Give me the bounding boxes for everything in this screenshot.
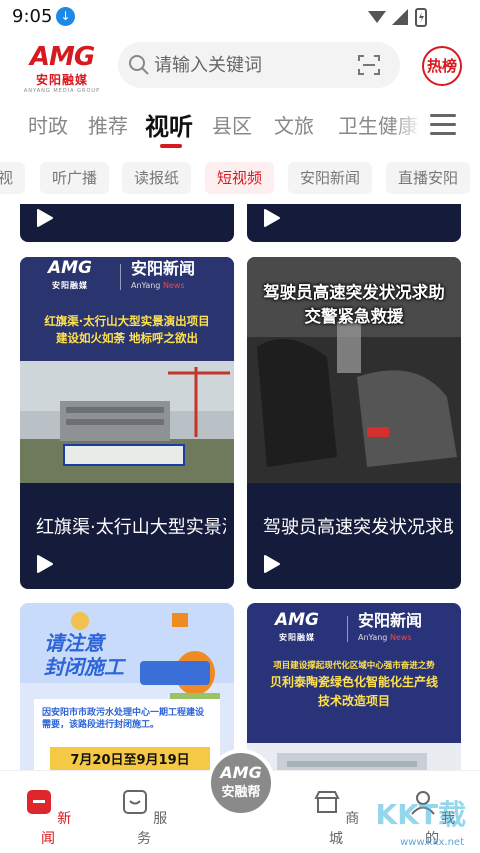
- video-card[interactable]: [20, 204, 234, 242]
- service-icon: [122, 790, 147, 814]
- logo-mark: AMG: [29, 42, 95, 72]
- thumbnail-headline: 项目建设撑起现代化区域中心强市奋进之势 贝利泰陶瓷绿色化智能化生产线 技术改造项…: [269, 661, 438, 708]
- active-tab-indicator: [160, 144, 182, 148]
- download-icon: ↓: [56, 7, 75, 26]
- video-card[interactable]: 驾驶员高速突发状况求助 交警紧急救援 驾驶员高速突发状况求助: [247, 257, 461, 589]
- search-input[interactable]: [154, 42, 354, 88]
- tab-tuijian[interactable]: 推荐: [88, 110, 128, 139]
- tab-shiting[interactable]: 视听: [145, 107, 193, 142]
- notice-text: 因安阳市市政污水处理中心一期工程建设需要，该路段进行封闭施工。: [42, 708, 205, 730]
- hot-list-button[interactable]: 热榜: [422, 46, 462, 86]
- video-card[interactable]: [247, 204, 461, 242]
- video-feed[interactable]: AMG 安阳融媒 安阳新闻 AnYang News 红旗渠·太行山大型实景演出项目 …: [0, 204, 480, 770]
- status-bar: 9:05 ↓: [0, 0, 480, 34]
- play-icon: [264, 555, 280, 573]
- construction-sign: 请注意 封闭施工: [44, 631, 124, 679]
- brand-bar: AMG 安阳融媒 安阳新闻 AnYang News: [274, 610, 423, 642]
- chip-live-anyang[interactable]: 直播安阳: [386, 162, 471, 194]
- construction-photo: [20, 361, 234, 483]
- news-icon: [26, 790, 51, 814]
- video-title: 驾驶员高速突发状况求助: [263, 517, 453, 538]
- store-icon: [314, 791, 340, 813]
- search-bar[interactable]: [118, 42, 400, 88]
- channel-menu-icon[interactable]: [430, 114, 456, 136]
- wifi-icon: [368, 11, 386, 23]
- logo-en: ANYANG MEDIA GROUP: [23, 88, 101, 94]
- nav-service[interactable]: 服务: [114, 789, 174, 848]
- chip-radio[interactable]: 听广播: [40, 162, 110, 194]
- bottom-nav: 新闻 服务 AMG 安融帮 商城 我的 KKT载 www.kkx.net: [0, 749, 480, 853]
- brand-bar: AMG 安阳融媒 安阳新闻 AnYang News: [47, 258, 196, 290]
- status-time: 9:05: [12, 6, 53, 27]
- signal-icon: [392, 9, 408, 25]
- chip-video[interactable]: 视: [0, 162, 26, 194]
- play-icon: [37, 555, 53, 573]
- nav-mall[interactable]: 商城: [306, 789, 366, 848]
- anrongbang-button[interactable]: AMG 安融帮: [207, 749, 275, 817]
- video-card[interactable]: AMG 安阳融媒 安阳新闻 AnYang News 红旗渠·太行山大型实景演出项目 …: [20, 257, 234, 589]
- site-watermark-url: www.kkx.net: [400, 837, 464, 848]
- play-icon: [264, 209, 280, 227]
- video-thumbnail: [20, 603, 234, 770]
- chip-short-video[interactable]: 短视频: [205, 162, 275, 194]
- thumbnail-headline: 红旗渠·太行山大型实景演出项目 建设如火如荼 地标呼之欲出: [44, 314, 210, 345]
- site-watermark: KKT载: [375, 798, 467, 831]
- channel-tabs: 时政 推荐 视听 县区 文旅 卫生健康: [0, 100, 480, 150]
- video-title: 红旗渠·太行山大型实景演出项目建设如火如荼: [36, 517, 226, 538]
- app-logo[interactable]: AMG 安阳融媒 ANYANG MEDIA GROUP: [22, 42, 102, 94]
- app-screen: 9:05 ↓ AMG 安阳融媒 ANYANG MEDIA GROUP 请输入关键…: [0, 0, 480, 853]
- tab-xianqu[interactable]: 县区: [212, 110, 252, 139]
- search-icon: [129, 55, 149, 75]
- notice-dates: 7月20日至9月19日: [50, 747, 210, 770]
- status-icons: [368, 8, 427, 27]
- video-card[interactable]: 请注意 封闭施工 因安阳市市政污水处理中心一期工程建设需要，该路段进行封闭施工。…: [20, 603, 234, 770]
- video-thumbnail: AMG 安阳融媒 安阳新闻 AnYang News 红旗渠·太行山大型实景演出项目 …: [20, 257, 234, 483]
- play-icon: [37, 209, 53, 227]
- tab-wenlv[interactable]: 文旅: [274, 110, 314, 139]
- logo-cn: 安阳融媒: [35, 73, 88, 87]
- top-header: AMG 安阳融媒 ANYANG MEDIA GROUP 热榜: [0, 34, 480, 96]
- sub-category-chips: 视 听广播 读报纸 短视频 安阳新闻 直播安阳: [0, 162, 480, 196]
- video-thumbnail: 驾驶员高速突发状况求助 交警紧急救援: [247, 257, 461, 483]
- nav-news[interactable]: 新闻: [18, 789, 78, 848]
- thumbnail-headline: 驾驶员高速突发状况求助 交警紧急救援: [263, 283, 445, 326]
- tab-shizheng[interactable]: 时政: [28, 110, 68, 139]
- scan-icon[interactable]: [358, 55, 380, 75]
- chip-newspaper[interactable]: 读报纸: [122, 162, 192, 194]
- video-card[interactable]: AMG 安阳融媒 安阳新闻 AnYang News 项目建设撑起现代化区域中心强市奋…: [247, 603, 461, 770]
- chip-anyang-news[interactable]: 安阳新闻: [288, 162, 373, 194]
